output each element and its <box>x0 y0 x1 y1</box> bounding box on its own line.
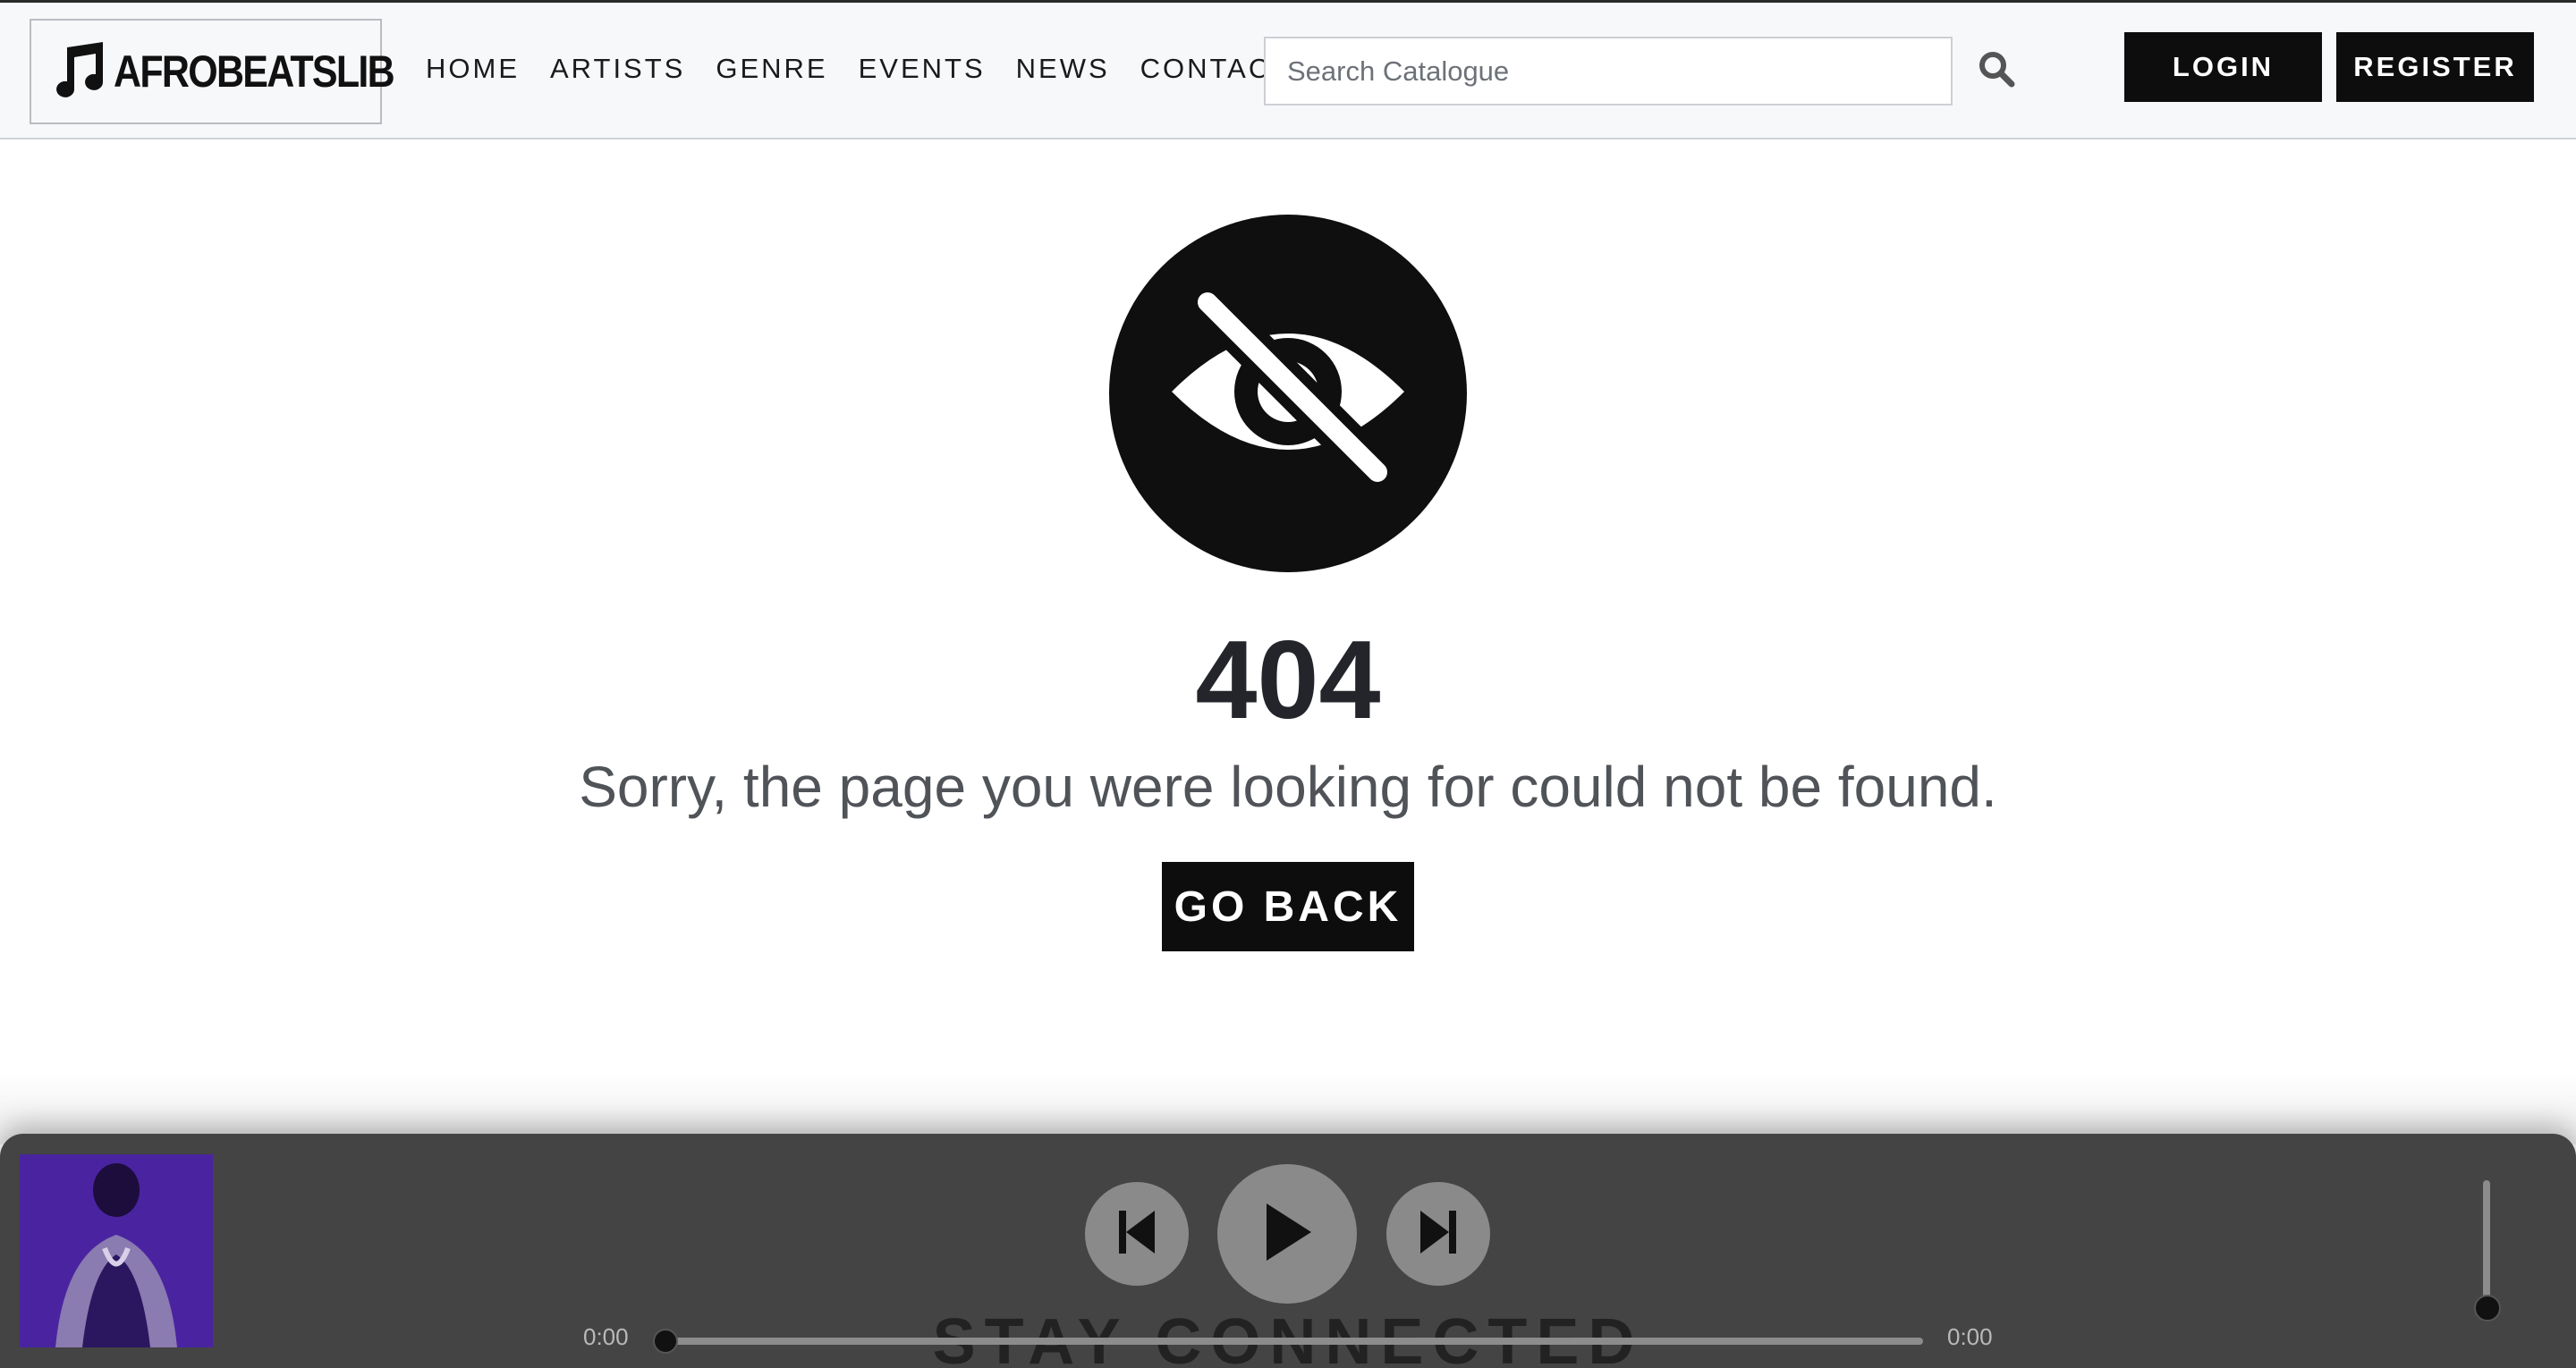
not-found-badge <box>1109 215 1467 572</box>
play-button[interactable] <box>1217 1164 1357 1304</box>
next-track-button[interactable] <box>1386 1182 1490 1286</box>
current-time: 0:00 <box>583 1323 629 1350</box>
next-icon <box>1417 1209 1460 1260</box>
nav-news[interactable]: NEWS <box>1016 53 1110 85</box>
logo-text: AFROBEATSLIB <box>114 46 395 97</box>
nav-events[interactable]: EVENTS <box>859 53 986 85</box>
search-icon[interactable] <box>1973 46 2020 92</box>
nav-genre[interactable]: GENRE <box>716 53 827 85</box>
search-input[interactable] <box>1264 37 1953 106</box>
volume-slider[interactable] <box>2483 1180 2490 1307</box>
register-button[interactable]: REGISTER <box>2336 32 2534 102</box>
volume-handle[interactable] <box>2474 1295 2501 1322</box>
site-header: AFROBEATSLIB HOME ARTISTS GENRE EVENTS N… <box>0 0 2576 139</box>
error-code: 404 <box>1195 619 1381 742</box>
previous-track-button[interactable] <box>1085 1182 1189 1286</box>
nav-artists[interactable]: ARTISTS <box>550 53 685 85</box>
site-logo[interactable]: AFROBEATSLIB <box>30 19 395 124</box>
duration-time: 0:00 <box>1947 1323 1993 1350</box>
main-nav: HOME ARTISTS GENRE EVENTS NEWS CONTACT <box>426 53 1321 85</box>
music-note-icon <box>47 38 110 106</box>
error-message: Sorry, the page you were looking for cou… <box>579 755 1997 819</box>
previous-icon <box>1115 1209 1158 1260</box>
go-back-button[interactable]: GO BACK <box>1162 862 1414 951</box>
progress-handle[interactable] <box>653 1329 678 1354</box>
progress-bar[interactable] <box>664 1338 1923 1345</box>
play-icon <box>1259 1202 1315 1267</box>
login-button[interactable]: LOGIN <box>2124 32 2322 102</box>
stay-connected-heading: STAY CONNECTED <box>932 1306 1644 1368</box>
eye-slash-icon <box>1154 275 1422 512</box>
nav-home[interactable]: HOME <box>426 53 520 85</box>
